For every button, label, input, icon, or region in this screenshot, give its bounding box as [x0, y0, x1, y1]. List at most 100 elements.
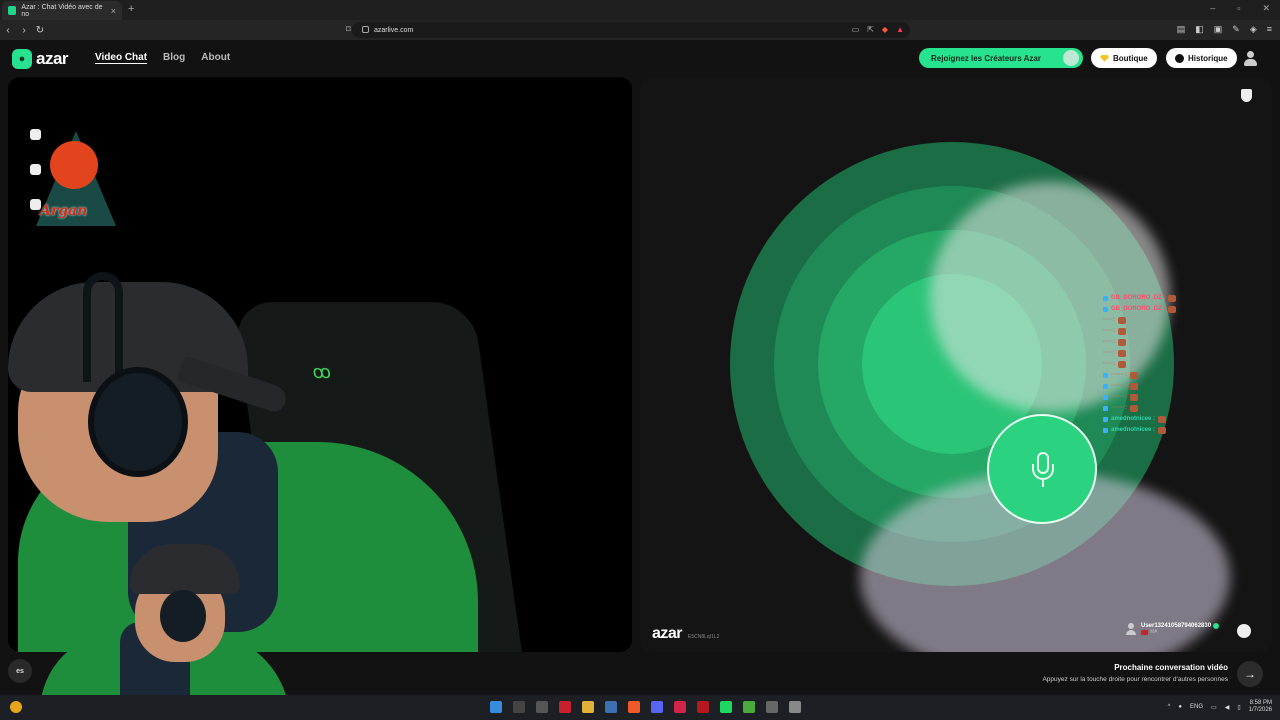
- file-explorer-icon[interactable]: [582, 701, 594, 713]
- chat-emote-icon: [1118, 360, 1126, 368]
- azar-logo[interactable]: ● azar: [12, 49, 69, 69]
- safety-shield-icon[interactable]: [1241, 89, 1252, 102]
- next-chat-subtitle: Appuyez sur la touche droite pour rencon…: [1042, 676, 1228, 683]
- microphone-button[interactable]: [987, 414, 1097, 524]
- brave-rewards-icon[interactable]: ▲: [896, 25, 904, 34]
- language-indicator[interactable]: ENG: [1190, 704, 1203, 710]
- extensions-icon[interactable]: ✎: [1232, 24, 1240, 35]
- chat-line: ·····:: [1103, 349, 1176, 357]
- creator-emoji-icon: [1063, 50, 1079, 66]
- nav-video-chat[interactable]: Video Chat: [95, 52, 147, 63]
- battery-icon[interactable]: ▯: [1237, 704, 1240, 711]
- chat-line: ·····:: [1103, 360, 1176, 368]
- history-label: Historique: [1188, 53, 1228, 63]
- share-icon[interactable]: ⇱: [867, 25, 874, 34]
- chat-line: amednotnicee :: [1103, 426, 1176, 434]
- country-flag-icon: [1141, 629, 1148, 635]
- chat-badge-icon: [1103, 372, 1108, 378]
- sidebar-icon[interactable]: ▤: [1177, 24, 1186, 35]
- volume-icon[interactable]: ◀: [1225, 704, 1230, 711]
- chat-username: ·····:: [1103, 361, 1115, 367]
- chat-line: ·····:: [1103, 327, 1176, 335]
- shop-button[interactable]: Boutique: [1091, 48, 1157, 68]
- chat-emote-icon: [1168, 294, 1177, 302]
- chat-username: ·····:: [1103, 339, 1115, 345]
- app-green-icon[interactable]: [743, 701, 755, 713]
- session-code: E5CN8LqI1L2: [688, 634, 720, 640]
- chat-username: GB_DORORO_DZ :: [1111, 295, 1166, 301]
- gem-icon: [1100, 54, 1109, 62]
- sticker-icon[interactable]: [30, 199, 41, 210]
- menu-icon[interactable]: ≡: [1267, 24, 1272, 35]
- next-chat-button[interactable]: →: [1237, 661, 1263, 687]
- chat-line: ·······:: [1103, 404, 1176, 412]
- nav-blog[interactable]: Blog: [163, 52, 185, 63]
- spotify-icon[interactable]: [720, 701, 732, 713]
- system-tray: ^ ● ENG ▭ ◀ ▯ 8:58 PM 1/7/2026: [1168, 700, 1272, 714]
- tray-chevron-icon[interactable]: ^: [1168, 704, 1171, 710]
- app-red-icon[interactable]: [559, 701, 571, 713]
- shop-label: Boutique: [1113, 53, 1148, 63]
- url-text: azarlive.com: [374, 26, 414, 34]
- local-video-controls: [30, 129, 41, 210]
- store-icon[interactable]: [605, 701, 617, 713]
- brave-browser-icon[interactable]: [628, 701, 640, 713]
- close-tab-icon[interactable]: ×: [111, 6, 116, 16]
- chat-emote-icon: [1158, 415, 1167, 423]
- forward-button[interactable]: ›: [16, 25, 32, 36]
- address-bar[interactable]: ⌑ azarlive.com ▭ ⇱ ◆ ▲: [346, 22, 910, 38]
- brave-shield-icon[interactable]: ◆: [882, 25, 888, 34]
- tray-mic-icon[interactable]: ●: [1178, 704, 1182, 710]
- expand-icon[interactable]: [30, 129, 41, 140]
- chat-badge-icon: [1103, 427, 1108, 433]
- wallet-icon[interactable]: ▣: [1214, 24, 1223, 35]
- settings-icon[interactable]: [789, 701, 801, 713]
- site-info-icon[interactable]: [362, 26, 369, 33]
- obs-icon[interactable]: [697, 701, 709, 713]
- next-chat-title: Prochaine conversation vidéo: [1114, 663, 1228, 672]
- maximize-button[interactable]: ▫: [1237, 3, 1240, 14]
- network-icon[interactable]: ▭: [1211, 704, 1217, 711]
- main-nav: Video Chat Blog About: [95, 52, 230, 63]
- close-window-button[interactable]: ✕: [1262, 3, 1270, 14]
- nav-about[interactable]: About: [201, 52, 230, 63]
- profile-icon[interactable]: [1242, 50, 1259, 67]
- chat-icon[interactable]: [1237, 624, 1251, 638]
- azar-watermark: azar: [652, 625, 683, 642]
- split-view-icon[interactable]: ◧: [1195, 24, 1204, 35]
- bookmark-icon[interactable]: ⌑: [346, 24, 351, 35]
- taskbar-clock[interactable]: 8:58 PM 1/7/2026: [1249, 700, 1272, 714]
- join-creators-label: Rejoignez les Créateurs Azar: [931, 53, 1041, 63]
- start-icon[interactable]: [490, 701, 502, 713]
- back-button[interactable]: ‹: [0, 25, 16, 36]
- chat-username: GB_DORORO_DZ :: [1111, 306, 1166, 312]
- taskbar-apps: [490, 701, 801, 713]
- task-view-icon[interactable]: [536, 701, 548, 713]
- chat-username: ·······:: [1111, 394, 1127, 400]
- new-tab-button[interactable]: +: [128, 3, 134, 15]
- stream-overlay-logo: Argan: [28, 121, 118, 231]
- partner-user-info[interactable]: User13241058794062830 MA: [1126, 623, 1220, 635]
- reload-button[interactable]: ↻: [32, 25, 48, 36]
- chat-emote-icon: [1129, 404, 1138, 412]
- join-creators-button[interactable]: Rejoignez les Créateurs Azar: [919, 48, 1083, 68]
- chat-username: amednotnicee :: [1111, 427, 1156, 433]
- app-pink-icon[interactable]: [674, 701, 686, 713]
- chat-emote-icon: [1118, 316, 1126, 324]
- azar-favicon-icon: [8, 6, 17, 15]
- history-button[interactable]: Historique: [1166, 48, 1237, 68]
- screen-cast-icon[interactable]: ▭: [852, 25, 860, 34]
- app-grey-icon[interactable]: [766, 701, 778, 713]
- chat-username: ·····:: [1103, 317, 1115, 323]
- partner-brand: azar E5CN8LqI1L2: [652, 625, 719, 643]
- effects-icon[interactable]: [30, 164, 41, 175]
- tab-title: Azar : Chat Vidéo avec de no: [21, 3, 103, 18]
- search-icon[interactable]: [513, 701, 525, 713]
- pip-webcam: [0, 532, 290, 720]
- weather-icon[interactable]: [10, 701, 22, 713]
- minimize-button[interactable]: –: [1210, 3, 1215, 14]
- vpn-icon[interactable]: ◈: [1250, 24, 1257, 35]
- discord-icon[interactable]: [651, 701, 663, 713]
- chat-emote-icon: [1129, 371, 1138, 379]
- browser-tab-azar[interactable]: Azar : Chat Vidéo avec de no ×: [2, 1, 122, 20]
